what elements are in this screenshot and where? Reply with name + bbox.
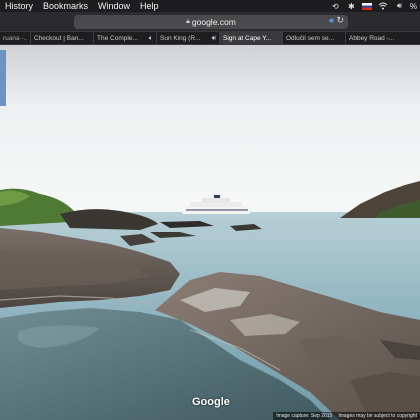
menu-window[interactable]: Window <box>93 0 135 12</box>
menu-bookmarks[interactable]: Bookmarks <box>38 0 93 12</box>
street-view-side-panel[interactable] <box>0 50 6 106</box>
menu-help[interactable]: Help <box>135 0 164 12</box>
map-footer: Image capture: Sep 2015 Images may be su… <box>273 412 420 420</box>
bluetooth-icon[interactable]: ✱ <box>346 1 357 12</box>
tab-title: Odlučil sem se... <box>286 35 335 42</box>
tab-title: Sign at Cape Y... <box>223 35 272 42</box>
volume-icon[interactable]: 🔊︎ <box>394 1 405 12</box>
tab-audio-icon[interactable]: 🔈︎ <box>149 32 153 45</box>
slovenia-flag-icon[interactable] <box>362 1 373 12</box>
menu-bar: History Bookmarks Window Help ⟲ ✱ 🔊︎ % <box>0 0 420 12</box>
tab-sign-at-cape[interactable]: Sign at Cape Y... <box>220 32 283 45</box>
tab-title: ruana -... <box>3 35 27 42</box>
address-text: google.com <box>191 17 236 27</box>
reload-icon[interactable]: ↻ <box>336 15 344 26</box>
copyright-notice[interactable]: Images may be subject to copyright <box>338 412 417 420</box>
tab-abbey-road[interactable]: Abbey Road -... <box>346 32 420 45</box>
tab-odlucil[interactable]: Odlučil sem se... <box>283 32 346 45</box>
tab-title: The Comple... <box>97 35 138 42</box>
panorama-image <box>0 45 420 420</box>
tab-checkout[interactable]: Checkout | Ban... <box>31 32 94 45</box>
tab-title: Sun King (R... <box>160 35 201 42</box>
street-view-panorama[interactable] <box>0 45 420 420</box>
time-machine-icon[interactable]: ⟲ <box>330 1 341 12</box>
wifi-icon[interactable] <box>378 1 389 12</box>
browser-toolbar: 🔒︎ google.com 🔊︎ ↻ <box>0 12 420 32</box>
tab-the-complete[interactable]: The Comple... 🔈︎ <box>94 32 157 45</box>
audio-playing-icon[interactable]: 🔊︎ <box>329 16 334 26</box>
tab-title: Abbey Road -... <box>349 35 395 42</box>
menu-history[interactable]: History <box>0 0 38 12</box>
screen: History Bookmarks Window Help ⟲ ✱ 🔊︎ % 🔒… <box>0 0 420 420</box>
lock-icon: 🔒︎ <box>186 18 190 25</box>
status-tray: ⟲ ✱ 🔊︎ % <box>330 0 420 12</box>
image-capture-date: Image capture: Sep 2015 <box>276 413 333 419</box>
tab-audio-icon[interactable]: 🔊︎ <box>212 32 216 45</box>
battery-percent[interactable]: % <box>410 2 417 11</box>
tab-ruana[interactable]: ruana -... <box>0 32 31 45</box>
tab-bar: ruana -... Checkout | Ban... The Comple.… <box>0 32 420 45</box>
address-bar[interactable]: 🔒︎ google.com 🔊︎ ↻ <box>74 15 348 29</box>
tab-title: Checkout | Ban... <box>34 35 84 42</box>
tab-sun-king[interactable]: Sun King (R... 🔊︎ <box>157 32 220 45</box>
google-logo[interactable]: Google <box>192 396 230 408</box>
